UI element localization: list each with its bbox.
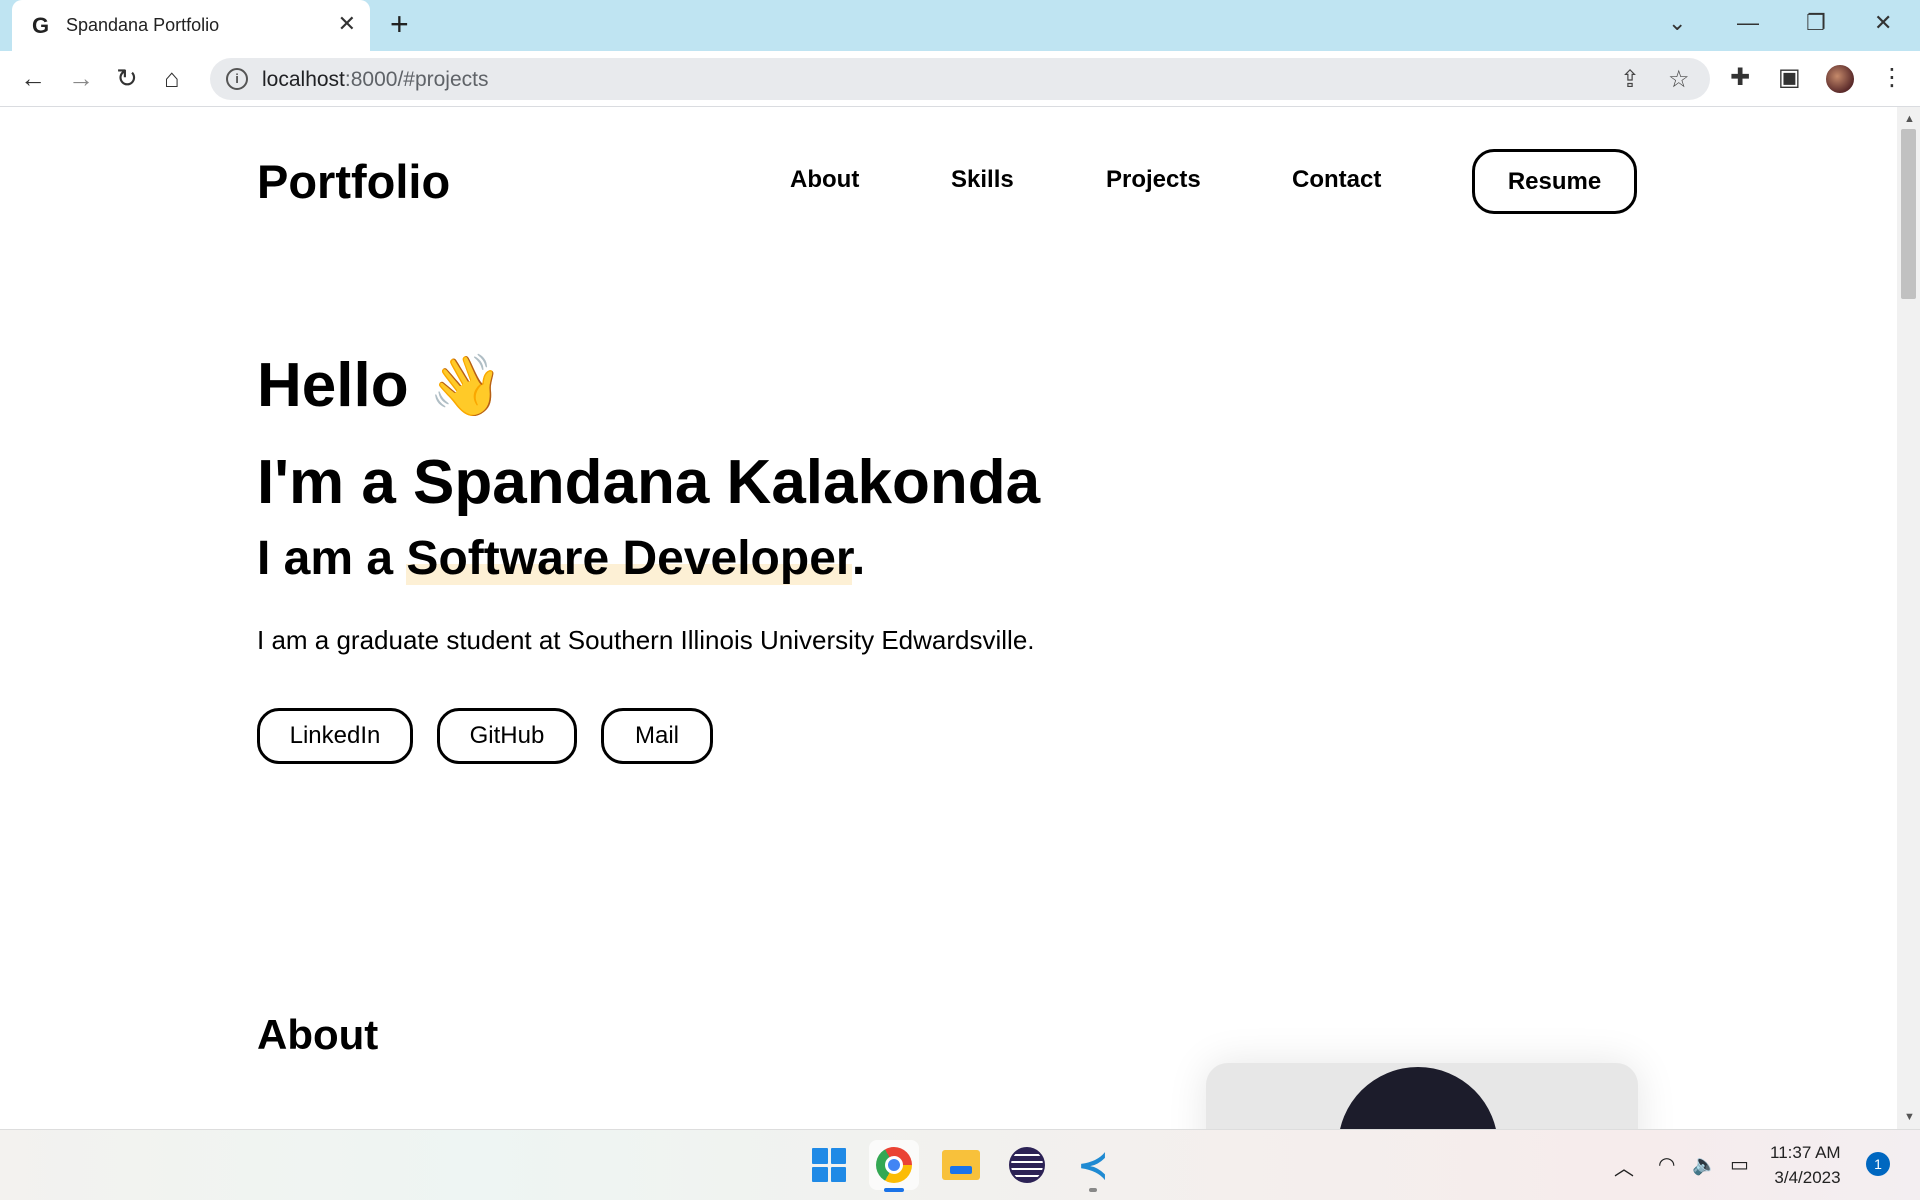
restore-icon[interactable]: ❐ (1806, 10, 1826, 36)
hero-greeting: Hello 👋 (257, 350, 503, 421)
windows-icon (812, 1148, 846, 1182)
page-viewport: Portfolio About Skills Projects Contact … (0, 107, 1897, 1129)
scrollbar-thumb[interactable] (1901, 129, 1916, 299)
vscode-icon: ≺ (1077, 1143, 1109, 1187)
tab-title: Spandana Portfolio (66, 15, 220, 35)
side-panel-icon[interactable]: ▣ (1778, 63, 1801, 92)
nav-about[interactable]: About (790, 166, 859, 194)
battery-icon[interactable]: ▭ (1730, 1152, 1749, 1177)
about-photo-card (1206, 1063, 1638, 1129)
nav-skills[interactable]: Skills (951, 166, 1014, 194)
folder-icon (942, 1150, 980, 1180)
url-path: :8000/#projects (344, 68, 489, 91)
browser-tab[interactable]: G Spandana Portfolio ✕ (12, 0, 370, 51)
scroll-down-icon[interactable]: ▼ (1904, 1111, 1915, 1123)
share-icon[interactable]: ⇪ (1620, 65, 1640, 94)
menu-icon[interactable]: ⋮ (1880, 63, 1904, 92)
profile-photo (1338, 1067, 1498, 1129)
new-tab-icon[interactable]: + (390, 8, 409, 40)
minimize-icon[interactable]: — (1737, 10, 1759, 36)
linkedin-button[interactable]: LinkedIn (257, 708, 413, 764)
hello-text: Hello (257, 351, 409, 420)
close-window-icon[interactable]: ✕ (1874, 10, 1892, 36)
hero-description: I am a graduate student at Southern Illi… (257, 625, 1035, 655)
windows-taskbar: ≺ ︿ ◠ 🔈 ▭ 11:37 AM 3/4/2023 1 (0, 1129, 1920, 1200)
home-icon[interactable]: ⌂ (164, 63, 180, 93)
nav-contact[interactable]: Contact (1292, 166, 1381, 194)
eclipse-icon (1009, 1147, 1045, 1183)
tab-search-icon[interactable]: ⌄ (1668, 10, 1686, 36)
clock-date: 3/4/2023 (1774, 1168, 1841, 1187)
waving-hand-icon: 👋 (428, 352, 504, 419)
github-button[interactable]: GitHub (437, 708, 577, 764)
page-scrollbar[interactable]: ▲ ▼ (1897, 107, 1920, 1129)
wifi-icon[interactable]: ◠ (1658, 1152, 1675, 1177)
browser-tabstrip: G Spandana Portfolio ✕ + ⌄ — ❐ ✕ (0, 0, 1920, 51)
taskbar-vscode[interactable]: ≺ (1068, 1140, 1118, 1192)
star-icon[interactable]: ☆ (1668, 65, 1690, 94)
back-icon[interactable]: ← (20, 63, 46, 93)
role-suffix: . (851, 532, 866, 585)
google-favicon-icon: G (32, 13, 50, 38)
profile-avatar[interactable] (1824, 63, 1856, 95)
role-prefix: I am a (257, 532, 407, 585)
nav-projects[interactable]: Projects (1106, 166, 1201, 194)
active-indicator (884, 1188, 904, 1192)
notification-badge[interactable]: 1 (1866, 1152, 1890, 1176)
mail-button[interactable]: Mail (601, 708, 713, 764)
running-indicator (1089, 1188, 1097, 1192)
site-brand[interactable]: Portfolio (257, 154, 450, 209)
chevron-up-icon[interactable]: ︿ (1614, 1152, 1634, 1181)
url-text[interactable]: localhost:8000/#projects (262, 68, 489, 92)
taskbar-file-explorer[interactable] (936, 1140, 986, 1190)
chrome-icon (876, 1147, 912, 1183)
hero-name: I'm a Spandana Kalakonda (257, 448, 1041, 517)
url-host: localhost (262, 68, 345, 91)
resume-button[interactable]: Resume (1472, 149, 1637, 214)
extensions-icon[interactable]: ✚ (1730, 63, 1750, 92)
clock-time: 11:37 AM (1770, 1143, 1841, 1162)
close-tab-icon[interactable]: ✕ (338, 11, 356, 37)
taskbar-eclipse[interactable] (1002, 1140, 1052, 1190)
scroll-up-icon[interactable]: ▲ (1904, 113, 1915, 125)
browser-toolbar: ← → ↻ ⌂ i localhost:8000/#projects ⇪ ☆ ✚… (0, 51, 1920, 107)
hero-role: I am a Software Developer. (257, 531, 865, 586)
role-highlight: Software Developer (406, 532, 852, 585)
reload-icon[interactable]: ↻ (116, 63, 138, 93)
system-clock[interactable]: 11:37 AM 3/4/2023 (1770, 1140, 1841, 1190)
start-button[interactable] (804, 1140, 854, 1190)
volume-icon[interactable]: 🔈 (1692, 1152, 1717, 1177)
address-bar[interactable]: i localhost:8000/#projects ⇪ ☆ (210, 58, 1710, 100)
forward-icon[interactable]: → (68, 63, 94, 93)
taskbar-chrome[interactable] (869, 1140, 919, 1192)
info-icon[interactable]: i (226, 68, 248, 90)
about-heading: About (257, 1011, 379, 1058)
